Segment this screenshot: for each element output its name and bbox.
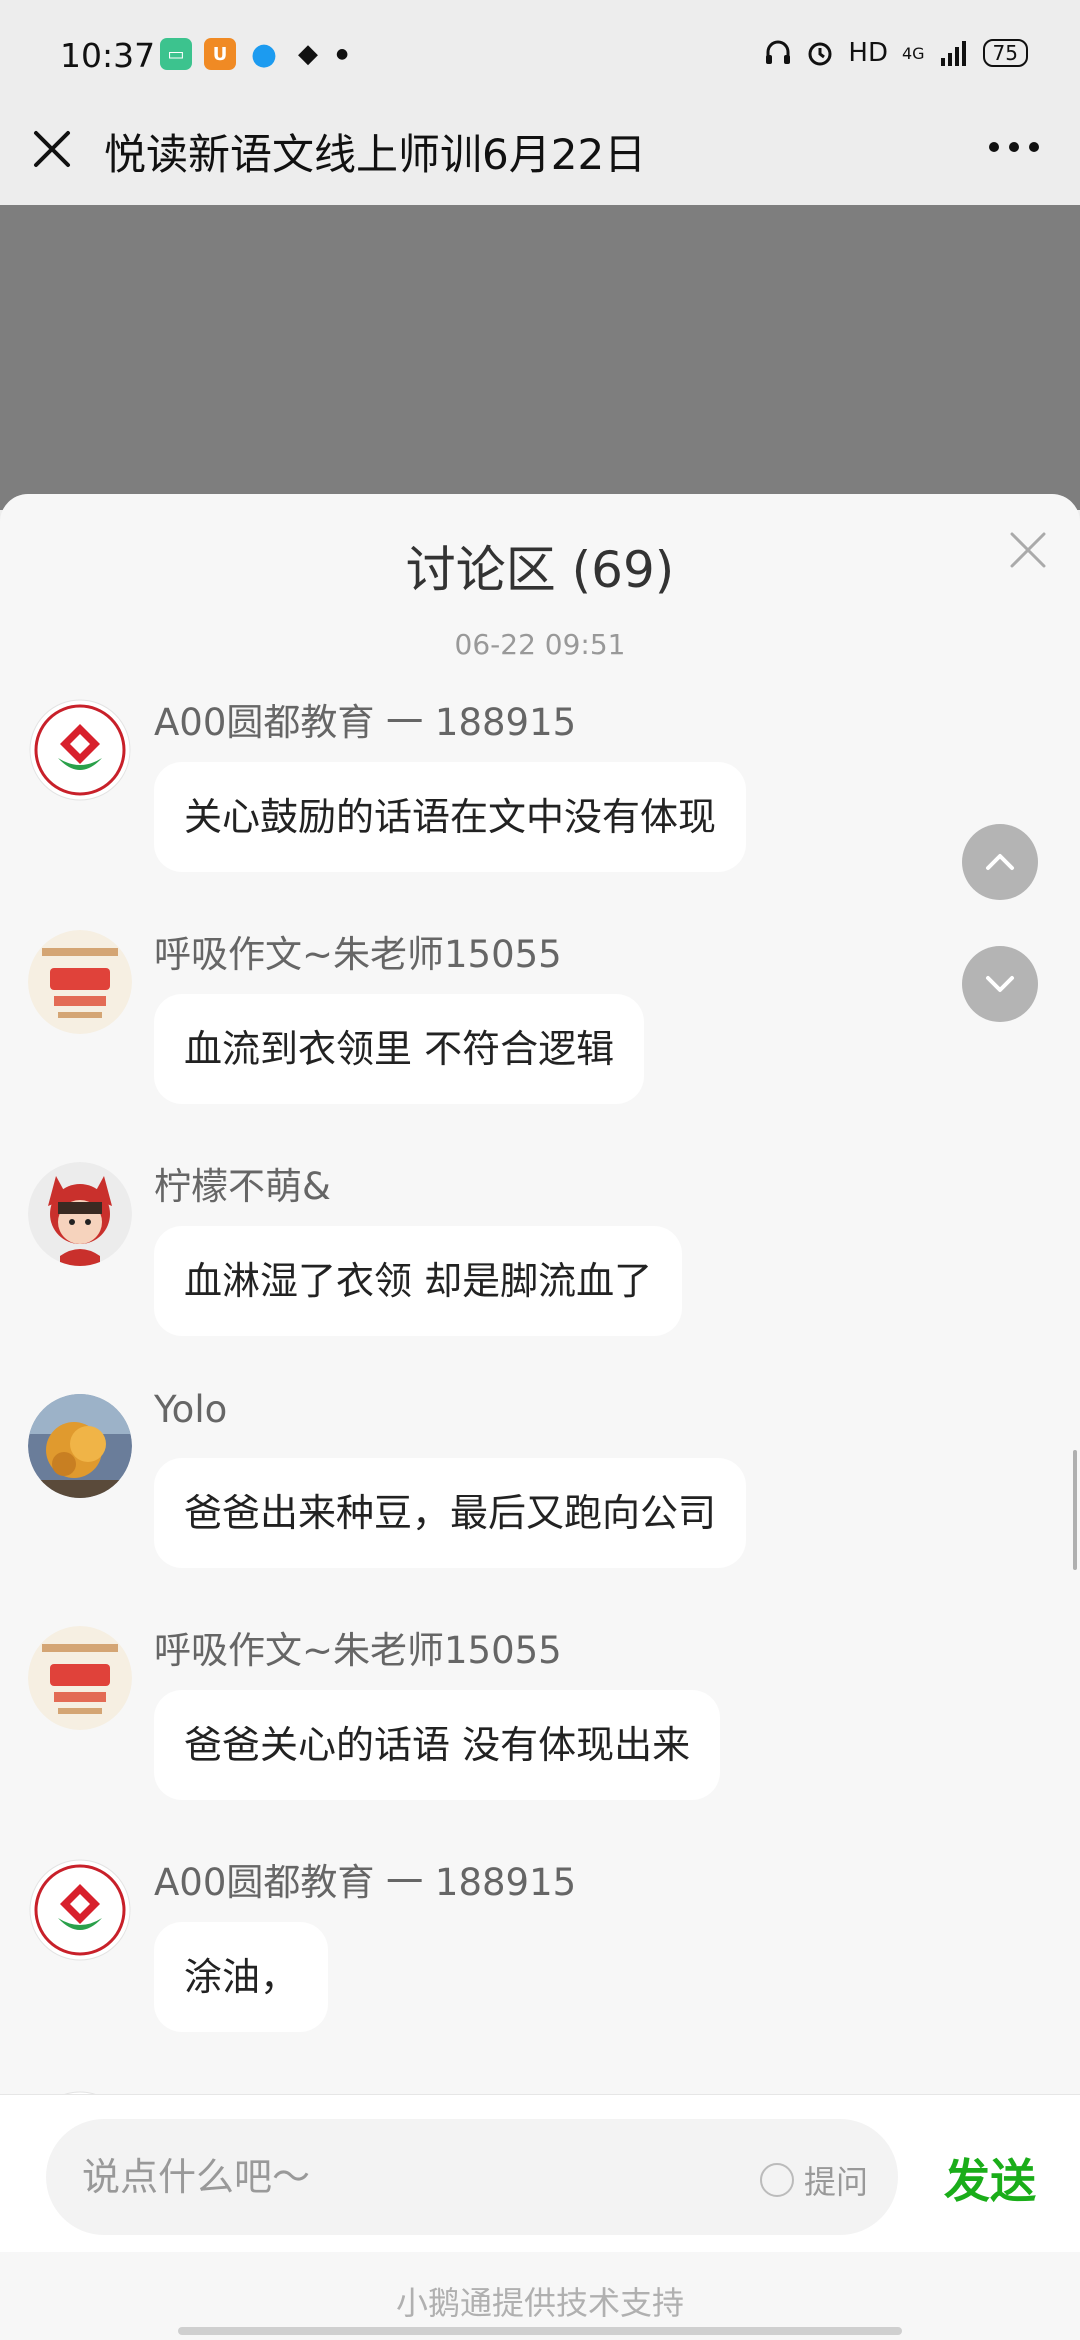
title-bar: 悦读新语文线上师训6月22日 <box>0 115 1080 205</box>
scroll-up-button[interactable] <box>962 824 1038 900</box>
send-button[interactable]: 发送 <box>944 2145 1036 2211</box>
message-icon: ▭ <box>160 38 192 70</box>
avatar[interactable] <box>28 1858 132 1962</box>
message-nickname: 柠檬不萌& <box>154 1165 331 1208</box>
status-right: HD 4G 75 <box>764 38 1028 68</box>
close-icon[interactable] <box>28 125 76 173</box>
chat-message: 柠檬不萌& 血淋湿了衣领 却是脚流血了 <box>0 1156 1080 1388</box>
avatar[interactable] <box>28 698 132 802</box>
chevron-up-icon <box>986 854 1014 870</box>
video-area[interactable] <box>0 205 1080 510</box>
panel-close-icon[interactable] <box>1006 528 1050 572</box>
more-notifications-dot: ● <box>336 46 349 62</box>
message-bubble[interactable]: 爸爸出来种豆，最后又跑向公司 <box>154 1458 747 1568</box>
discussion-panel: 讨论区 (69) 06-22 09:51 A00圆都教育 一 188915 关心… <box>0 494 1080 2340</box>
scroll-down-button[interactable] <box>962 946 1038 1022</box>
chat-message: 呼吸作文~朱老师15055 爸爸关心的话语 没有体现出来 <box>0 1620 1080 1852</box>
chat-list[interactable]: 06-22 09:51 A00圆都教育 一 188915 关心鼓励的话语在文中没… <box>0 618 1080 2094</box>
more-icon[interactable] <box>986 139 1042 155</box>
chat-message: Yolo 爸爸出来种豆，最后又跑向公司 <box>0 1388 1080 1620</box>
message-nickname: Yolo <box>154 1388 228 1431</box>
chat-message: A00圆都教育 一 188915 <box>0 2084 1080 2094</box>
message-nickname: 呼吸作文~朱老师15055 <box>154 1629 562 1672</box>
uc-browser-icon: U <box>204 38 236 70</box>
page-title: 悦读新语文线上师训6月22日 <box>104 130 647 179</box>
flower-photo-icon <box>28 1394 132 1498</box>
chat-message: A00圆都教育 一 188915 关心鼓励的话语在文中没有体现 <box>0 692 1080 924</box>
scrollbar[interactable] <box>1073 1450 1077 1570</box>
message-nickname: 呼吸作文~朱老师15055 <box>154 933 562 976</box>
comment-input-area: 提问 发送 <box>0 2094 1080 2252</box>
signal-type: 4G <box>901 43 925 63</box>
ask-question-label: 提问 <box>803 2163 868 2201</box>
home-indicator[interactable] <box>178 2327 902 2335</box>
layers-icon: ◆ <box>298 39 318 69</box>
network-type: HD <box>848 38 888 68</box>
girl-photo-icon <box>28 1162 132 1266</box>
powered-by-text: 小鹅通提供技术支持 <box>395 2284 684 2322</box>
battery-icon: 75 <box>982 39 1028 67</box>
message-nickname: A00圆都教育 一 188915 <box>154 1861 577 1904</box>
comment-input-box[interactable]: 提问 <box>46 2119 898 2235</box>
message-bubble[interactable]: 血淋湿了衣领 却是脚流血了 <box>154 1226 683 1336</box>
signal-icon <box>940 41 966 66</box>
message-bubble[interactable]: 血流到衣领里 不符合逻辑 <box>154 994 645 1104</box>
message-bubble[interactable]: 爸爸关心的话语 没有体现出来 <box>154 1690 721 1800</box>
headset-icon <box>766 40 791 64</box>
avatar[interactable] <box>28 1162 132 1266</box>
discussion-title: 讨论区 (69) <box>405 541 675 599</box>
avatar[interactable] <box>28 1626 132 1730</box>
poster-avatar-icon <box>28 930 132 1034</box>
chat-message: 呼吸作文~朱老师15055 血流到衣领里 不符合逻辑 <box>0 924 1080 1156</box>
date-label: 06-22 09:51 <box>454 628 626 661</box>
avatar[interactable] <box>28 1394 132 1498</box>
qq-icon: ● <box>250 36 278 72</box>
message-nickname: A00圆都教育 一 188915 <box>154 701 577 744</box>
message-bubble[interactable]: 涂油， <box>154 1922 329 2032</box>
radio-icon[interactable] <box>759 2163 794 2197</box>
message-nickname: A00圆都教育 一 188915 <box>154 2084 576 2094</box>
avatar[interactable] <box>28 930 132 1034</box>
chat-message: A00圆都教育 一 188915 涂油， <box>0 1852 1080 2084</box>
comment-input[interactable] <box>82 2119 642 2235</box>
chevron-down-icon <box>986 976 1014 992</box>
poster-avatar-icon <box>28 1626 132 1730</box>
message-bubble[interactable]: 关心鼓励的话语在文中没有体现 <box>154 762 747 872</box>
status-time: 10:37 <box>60 36 156 75</box>
notification-icons: ▭ U ● ◆ ● <box>160 36 349 72</box>
yuandu-logo-icon <box>29 699 131 801</box>
ask-question-toggle[interactable]: 提问 <box>759 2157 868 2203</box>
yuandu-logo-icon <box>29 1859 131 1961</box>
status-bar: 10:37 ▭ U ● ◆ ● HD 4G 75 <box>0 0 1080 115</box>
alarm-icon <box>808 42 832 66</box>
